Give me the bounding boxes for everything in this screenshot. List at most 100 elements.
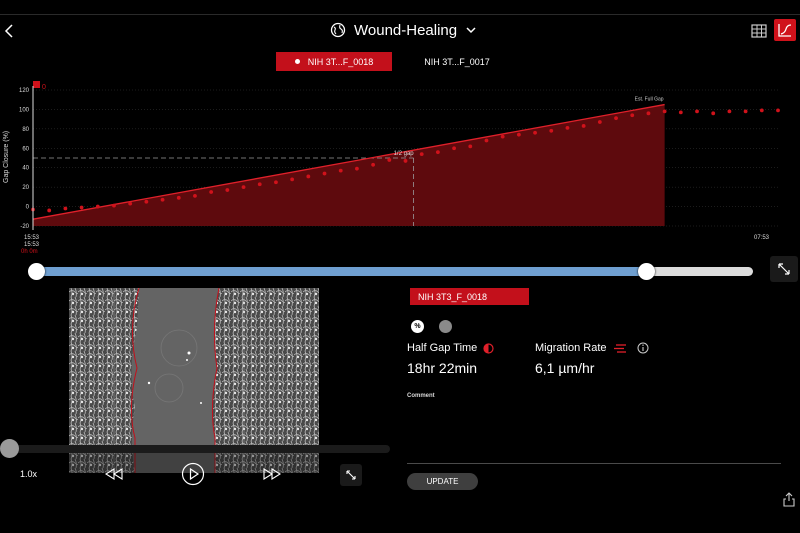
data-point xyxy=(338,168,343,173)
y-tick-label: 20 xyxy=(22,185,29,191)
tab-label: NIH 3T...F_0017 xyxy=(424,56,490,67)
data-point xyxy=(47,208,52,213)
data-point xyxy=(209,190,214,194)
closure-area-fill xyxy=(33,104,665,226)
y-tick-label: 120 xyxy=(19,88,30,94)
playback-speed[interactable]: 1.0x xyxy=(20,469,37,479)
data-point xyxy=(776,108,780,113)
data-point xyxy=(533,130,537,135)
y-tick-label: 60 xyxy=(22,146,29,152)
gap-closure-chart: 0 Gap Closure (%) 120 100 80 60 40 20 0 -20 15:… xyxy=(0,78,800,258)
migration-rate-label: Migration Rate xyxy=(535,342,649,354)
data-point xyxy=(646,111,651,116)
migration-lines-icon xyxy=(613,343,626,353)
data-point xyxy=(128,201,133,206)
fast-forward-button[interactable] xyxy=(260,462,284,486)
fast-forward-icon xyxy=(263,468,282,480)
info-icon[interactable] xyxy=(637,342,649,354)
half-gap-time-label: Half Gap Time xyxy=(407,342,494,354)
data-point xyxy=(500,134,505,139)
rewind-icon xyxy=(104,468,123,480)
data-point xyxy=(355,166,359,171)
data-point xyxy=(274,180,278,185)
data-point xyxy=(160,197,165,202)
data-point xyxy=(452,146,456,151)
y-axis-label: Gap Closure (%) xyxy=(3,131,10,183)
data-point xyxy=(516,132,521,137)
data-point xyxy=(759,108,764,113)
data-point xyxy=(403,159,408,163)
y-tick-label: 100 xyxy=(19,107,30,113)
data-point xyxy=(597,120,602,124)
range-start-handle[interactable] xyxy=(28,263,45,280)
data-point xyxy=(484,138,489,143)
absolute-toggle[interactable] xyxy=(439,320,452,333)
data-point xyxy=(727,109,732,114)
share-button[interactable] xyxy=(781,490,797,508)
range-end-handle[interactable] xyxy=(638,263,656,280)
chevron-down-icon xyxy=(466,27,476,34)
line-graph-icon xyxy=(778,24,792,37)
data-point xyxy=(549,128,554,133)
data-point xyxy=(711,111,716,116)
data-point xyxy=(614,116,618,121)
globe-icon xyxy=(330,22,346,38)
data-point xyxy=(112,203,116,208)
time-range-slider-fill xyxy=(36,267,647,276)
share-icon xyxy=(783,491,795,507)
half-gap-label-text: Half Gap Time xyxy=(407,342,478,354)
back-button[interactable] xyxy=(0,20,18,42)
data-point xyxy=(695,109,699,114)
table-grid-icon xyxy=(751,24,767,38)
rewind-button[interactable] xyxy=(102,462,126,486)
header-divider xyxy=(0,14,800,15)
data-point xyxy=(63,206,68,211)
chevron-left-icon xyxy=(4,24,13,38)
data-point xyxy=(79,205,84,210)
legend-marker-square xyxy=(33,81,40,88)
data-point xyxy=(435,150,440,155)
migration-rate-value: 6,1 µm/hr xyxy=(535,360,595,376)
data-point xyxy=(241,185,246,190)
data-point xyxy=(387,158,392,162)
active-dot-icon xyxy=(294,59,300,64)
data-point xyxy=(306,174,311,179)
data-point xyxy=(678,110,683,115)
play-button[interactable] xyxy=(180,462,206,486)
data-point xyxy=(225,188,230,192)
data-point xyxy=(630,113,635,118)
expand-chart-button[interactable] xyxy=(770,256,798,282)
data-point xyxy=(419,152,424,157)
data-point xyxy=(95,204,100,209)
comment-input-underline[interactable] xyxy=(407,463,781,464)
y-tick-label: 40 xyxy=(22,166,29,172)
play-icon xyxy=(181,462,205,486)
full-gap-annotation: Est. Full Gap xyxy=(635,97,664,103)
comment-label: Comment xyxy=(407,393,435,399)
x-start-label: 15:53 xyxy=(24,235,40,241)
y-tick-label: 0 xyxy=(26,205,30,211)
video-fullscreen-button[interactable] xyxy=(340,464,362,486)
x-end-label: 07:53 xyxy=(754,235,770,241)
video-progress-track[interactable] xyxy=(8,445,390,453)
assay-title-dropdown[interactable]: Wound-Healing xyxy=(330,19,477,41)
chart-svg: 0 Gap Closure (%) 120100806040200-20 15:… xyxy=(3,81,780,255)
cursor-elapsed-label: 0h 0m xyxy=(21,249,38,255)
data-point xyxy=(371,162,376,167)
data-point xyxy=(581,124,586,128)
tab-sample-0017[interactable]: NIH 3T...F_0017 xyxy=(414,52,500,71)
expand-arrows-icon xyxy=(778,263,790,275)
percent-toggle[interactable]: % xyxy=(411,320,424,333)
data-point xyxy=(743,109,748,114)
half-gap-time-value: 18hr 22min xyxy=(407,360,478,376)
half-circle-icon xyxy=(483,342,494,354)
expand-arrows-icon xyxy=(346,470,356,480)
update-button[interactable]: UPDATE xyxy=(407,473,478,490)
video-progress-handle[interactable] xyxy=(0,439,19,458)
migration-label-text: Migration Rate xyxy=(535,342,607,354)
tab-sample-0018[interactable]: NIH 3T...F_0018 xyxy=(276,52,392,71)
table-view-button[interactable] xyxy=(749,21,769,41)
graph-view-button[interactable] xyxy=(774,19,796,41)
data-point xyxy=(662,109,667,114)
data-point xyxy=(322,171,327,176)
